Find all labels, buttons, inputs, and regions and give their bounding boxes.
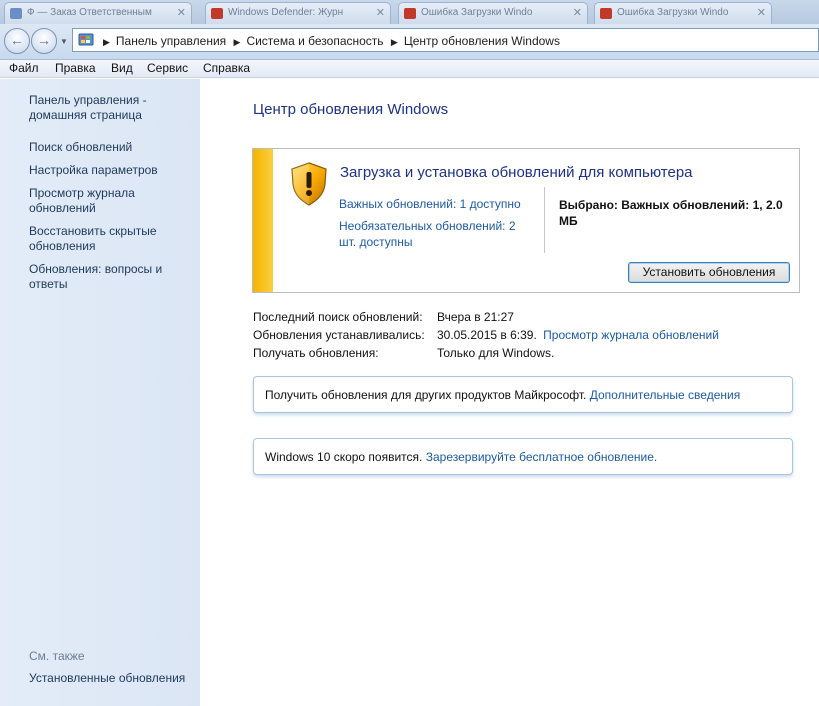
breadcrumb-system-security[interactable]: Система и безопасность [246, 34, 383, 48]
tab-label: Ошибка Загрузки Windo [617, 7, 729, 18]
browser-tab-strip: Ф — Заказ Ответственным ✕ Windows Defend… [0, 0, 819, 24]
menu-tools[interactable]: Сервис [147, 61, 188, 75]
selected-summary: Выбрано: Важных обновлений: 1, 2.0 МБ [559, 198, 783, 228]
tab-close-icon[interactable]: ✕ [177, 6, 186, 19]
tab-favicon-icon [211, 8, 223, 19]
sidebar-item-check-updates[interactable]: Поиск обновлений [29, 140, 197, 155]
tab-2[interactable]: Windows Defender: Журн ✕ [205, 2, 391, 24]
optional-updates-link[interactable]: Необязательных обновлений: 2 шт. доступн… [339, 218, 529, 250]
notice-text: Получить обновления для других продуктов… [265, 388, 587, 402]
menu-edit[interactable]: Правка [55, 61, 96, 75]
page-title: Центр обновления Windows [253, 101, 449, 118]
control-panel-icon [78, 33, 94, 46]
tab-label: Ф — Заказ Ответственным [27, 7, 152, 18]
reserve-upgrade-link[interactable]: Зарезервируйте бесплатное обновление. [426, 450, 658, 464]
tab-label: Windows Defender: Журн [228, 7, 344, 18]
other-products-notice: Получить обновления для других продуктов… [253, 376, 793, 413]
breadcrumb-chevron-icon[interactable]: ▶ [391, 37, 398, 47]
breadcrumb-chevron-icon[interactable]: ▶ [234, 37, 241, 47]
windows10-notice-text: Windows 10 скоро появится. Зарезервируйт… [265, 450, 657, 464]
sidebar-item-settings[interactable]: Настройка параметров [29, 163, 197, 178]
tab-close-icon[interactable]: ✕ [376, 6, 385, 19]
tab-close-icon[interactable]: ✕ [573, 6, 582, 19]
update-status-panel: Загрузка и установка обновлений для комп… [252, 148, 800, 293]
installed-value: 30.05.2015 в 6:39. [437, 328, 537, 342]
breadcrumb: ▶ Панель управления ▶ Система и безопаснос… [99, 34, 560, 48]
address-bar[interactable]: ▶ Панель управления ▶ Система и безопаснос… [72, 28, 819, 52]
breadcrumb-windows-update[interactable]: Центр обновления Windows [404, 34, 560, 48]
install-updates-button[interactable]: Установить обновления [628, 262, 790, 283]
update-panel-title: Загрузка и установка обновлений для комп… [340, 164, 693, 181]
address-bar-area: ← → ▼ ▶ Панель управления ▶ Система и безо… [0, 24, 819, 60]
sidebar-item-home[interactable]: Панель управления - домашняя страница [29, 93, 169, 123]
see-also-heading: См. также [29, 649, 85, 663]
sidebar-item-faq[interactable]: Обновления: вопросы и ответы [29, 262, 169, 292]
back-button[interactable]: ← [4, 28, 30, 54]
tab-favicon-icon [600, 8, 612, 19]
installed-value-row: 30.05.2015 в 6:39. Просмотр журнала обно… [437, 328, 719, 342]
sidebar-item-installed-updates[interactable]: Установленные обновления [29, 671, 197, 686]
receive-value: Только для Windows. [437, 346, 555, 360]
recent-pages-dropdown-icon[interactable]: ▼ [60, 37, 68, 46]
sidebar: Панель управления - домашняя страница По… [0, 79, 200, 706]
sidebar-item-restore-hidden[interactable]: Восстановить скрытые обновления [29, 224, 169, 254]
warning-shield-icon [291, 162, 327, 206]
breadcrumb-control-panel[interactable]: Панель управления [116, 34, 226, 48]
view-history-link[interactable]: Просмотр журнала обновлений [543, 328, 719, 342]
tab-4[interactable]: Ошибка Загрузки Windo ✕ [594, 2, 772, 24]
tab-favicon-icon [10, 8, 22, 19]
menu-file[interactable]: Файл [9, 61, 39, 75]
notice-text: Windows 10 скоро появится. [265, 450, 423, 464]
important-updates-link[interactable]: Важных обновлений: 1 доступно [339, 197, 521, 211]
last-search-label: Последний поиск обновлений: [253, 310, 423, 324]
tab-3[interactable]: Ошибка Загрузки Windo ✕ [398, 2, 588, 24]
installed-label: Обновления устанавливались: [253, 328, 425, 342]
breadcrumb-chevron-icon[interactable]: ▶ [103, 37, 110, 47]
menu-help[interactable]: Справка [203, 61, 250, 75]
tab-favicon-icon [404, 8, 416, 19]
last-search-value: Вчера в 21:27 [437, 310, 514, 324]
menu-view[interactable]: Вид [111, 61, 133, 75]
status-stripe [253, 149, 273, 292]
tab-1[interactable]: Ф — Заказ Ответственным ✕ [4, 2, 192, 24]
windows10-notice: Windows 10 скоро появится. Зарезервируйт… [253, 438, 793, 475]
forward-button[interactable]: → [31, 28, 57, 54]
menu-bar: Файл Правка Вид Сервис Справка [0, 60, 819, 78]
sidebar-item-history[interactable]: Просмотр журнала обновлений [29, 186, 154, 216]
tab-label: Ошибка Загрузки Windo [421, 7, 533, 18]
other-products-notice-text: Получить обновления для других продуктов… [265, 388, 740, 402]
receive-label: Получать обновления: [253, 346, 379, 360]
tab-close-icon[interactable]: ✕ [757, 6, 766, 19]
panel-divider [544, 187, 545, 253]
more-info-link[interactable]: Дополнительные сведения [590, 388, 740, 402]
